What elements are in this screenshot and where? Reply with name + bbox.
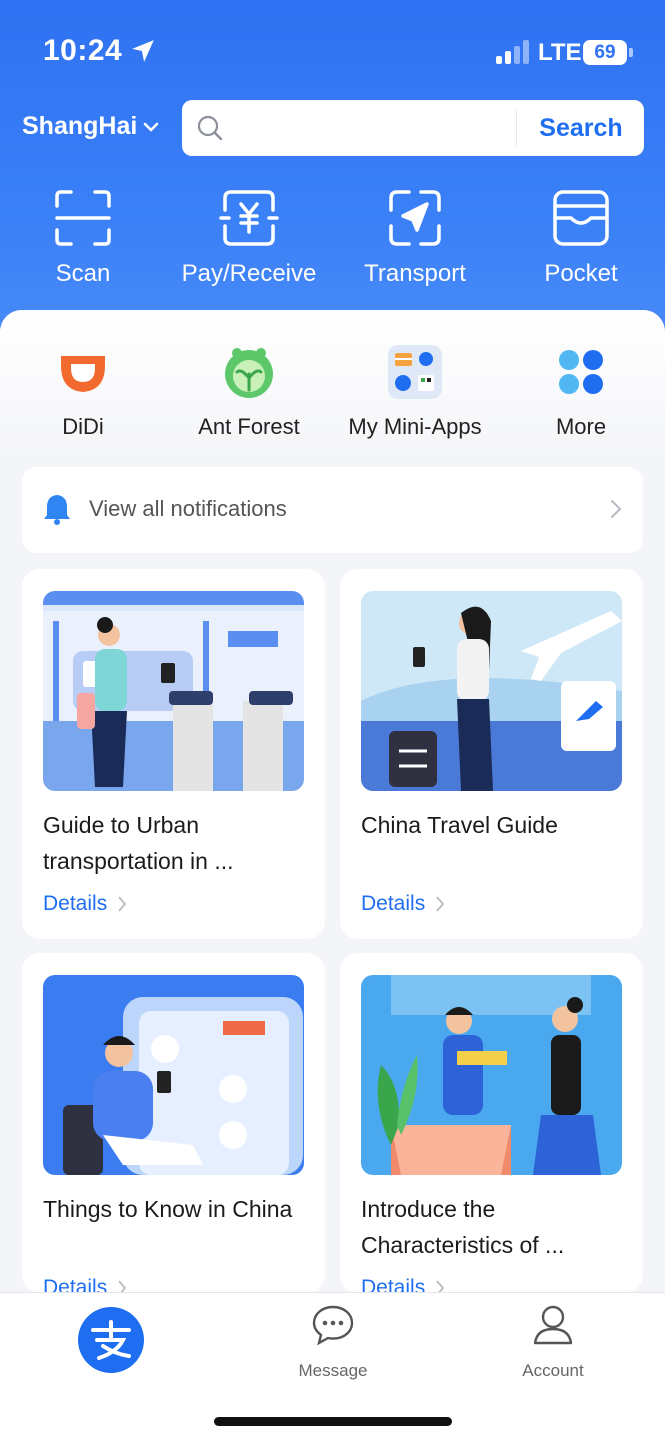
battery-icon: 69 [583, 40, 633, 65]
network-type: LTE [538, 39, 582, 66]
notifications-row[interactable]: View all notifications [22, 467, 643, 553]
pocket-icon [553, 190, 609, 246]
search-bar[interactable]: Search [182, 100, 644, 156]
chevron-right-icon [118, 896, 127, 912]
app-my-mini-apps[interactable]: My Mini-Apps [332, 344, 498, 440]
card-image [361, 591, 622, 791]
pay-receive-label: Pay/Receive [181, 260, 317, 287]
app-label: More [555, 414, 607, 439]
nav-message-label: Message [298, 1361, 368, 1380]
account-icon [533, 1305, 573, 1345]
chevron-right-icon [436, 896, 445, 912]
bottom-nav: Message Account [0, 1292, 665, 1440]
chevron-right-icon [436, 1280, 445, 1293]
nav-account-label: Account [522, 1361, 584, 1380]
chevron-right-icon [611, 500, 622, 518]
app-label: DiDi [62, 414, 104, 439]
signal-icon [496, 40, 529, 64]
top-actions: Scan Pay/Receive Transport Pocket [0, 188, 665, 298]
location-arrow-icon [132, 40, 154, 62]
scan-icon [55, 190, 111, 246]
card-image [361, 975, 622, 1175]
search-icon [197, 115, 223, 141]
transport-label: Transport [364, 260, 466, 287]
card-image [43, 975, 304, 1175]
details-label: Details [361, 892, 426, 915]
bell-icon [44, 495, 70, 525]
pay-receive-icon [219, 190, 279, 246]
nav-home[interactable] [78, 1307, 144, 1373]
alipay-logo-icon [91, 1320, 131, 1360]
details-link[interactable]: Details [361, 1276, 445, 1293]
card-introduce-characteristics[interactable]: Introduce the Characteristics of ... Det… [340, 953, 643, 1293]
card-image [43, 591, 304, 791]
card-urban-transportation[interactable]: Guide to Urban transportation in ... Det… [22, 569, 325, 939]
app-label: My Mini-Apps [348, 414, 482, 439]
city-selector[interactable]: ShangHai [22, 112, 159, 141]
details-label: Details [361, 1276, 426, 1293]
transport-icon [389, 190, 441, 246]
app-more[interactable]: More [498, 344, 664, 440]
scan-label: Scan [55, 260, 111, 287]
status-bar: 10:24 LTE 69 [0, 0, 665, 100]
notifications-label: View all notifications [89, 496, 287, 521]
app-label: Ant Forest [198, 414, 300, 439]
card-title: Things to Know in China [43, 1196, 293, 1222]
home-indicator [214, 1417, 452, 1426]
card-title: Guide to Urban transportation in ... [43, 812, 234, 874]
card-china-travel-guide[interactable]: China Travel Guide Details [340, 569, 643, 939]
pocket-label: Pocket [544, 260, 618, 287]
more-icon [559, 350, 603, 394]
card-title: Introduce the Characteristics of ... [361, 1196, 565, 1258]
search-divider [516, 110, 517, 146]
nav-account[interactable]: Account [488, 1303, 618, 1381]
details-link[interactable]: Details [43, 892, 127, 916]
card-title: China Travel Guide [361, 812, 558, 838]
pay-receive-button[interactable]: Pay/Receive [166, 188, 332, 288]
details-label: Details [43, 1276, 108, 1293]
city-label: ShangHai [22, 112, 138, 140]
didi-icon [61, 356, 105, 392]
chevron-down-icon [144, 122, 159, 132]
mini-apps-icon [388, 345, 442, 399]
search-button[interactable]: Search [518, 100, 644, 156]
ant-forest-icon [225, 348, 273, 398]
status-time: 10:24 [43, 34, 123, 67]
chevron-right-icon [118, 1280, 127, 1293]
details-link[interactable]: Details [361, 892, 445, 916]
pocket-button[interactable]: Pocket [498, 188, 664, 288]
message-icon [312, 1305, 354, 1346]
app-didi[interactable]: DiDi [0, 344, 166, 440]
details-link[interactable]: Details [43, 1276, 127, 1293]
content-sheet: DiDi Ant Forest My Mini-Apps More View a… [0, 310, 665, 1440]
card-things-to-know[interactable]: Things to Know in China Details [22, 953, 325, 1293]
details-label: Details [43, 892, 108, 915]
scan-button[interactable]: Scan [0, 188, 166, 288]
nav-message[interactable]: Message [268, 1303, 398, 1381]
transport-button[interactable]: Transport [332, 188, 498, 288]
app-ant-forest[interactable]: Ant Forest [166, 344, 332, 440]
